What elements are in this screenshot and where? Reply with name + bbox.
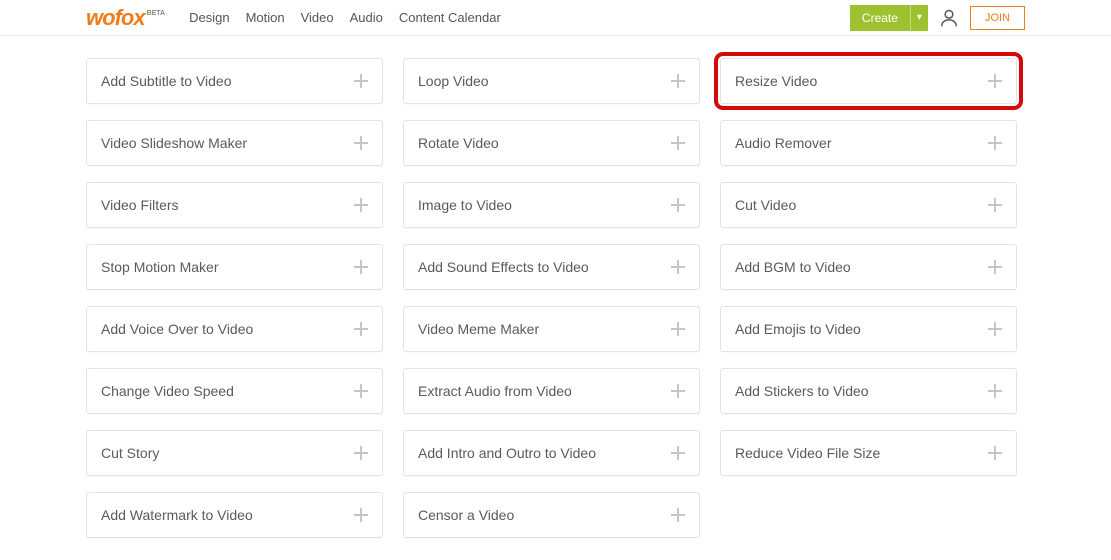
tool-cut-story[interactable]: Cut Story (86, 430, 383, 476)
create-dropdown[interactable]: ▾ (910, 5, 928, 31)
plus-icon (354, 322, 368, 336)
plus-icon (988, 260, 1002, 274)
tool-add-voice-over-to-video[interactable]: Add Voice Over to Video (86, 306, 383, 352)
nav-design[interactable]: Design (189, 10, 229, 25)
tool-rotate-video[interactable]: Rotate Video (403, 120, 700, 166)
chevron-down-icon: ▾ (917, 12, 922, 23)
header: wo fox BETA Design Motion Video Audio Co… (0, 0, 1111, 36)
tool-stop-motion-maker[interactable]: Stop Motion Maker (86, 244, 383, 290)
tool-label: Add Emojis to Video (735, 321, 861, 337)
tool-cut-video[interactable]: Cut Video (720, 182, 1017, 228)
create-button-group: Create ▾ (850, 5, 928, 31)
tool-reduce-video-file-size[interactable]: Reduce Video File Size (720, 430, 1017, 476)
join-button[interactable]: JOIN (970, 6, 1025, 30)
tool-label: Add Watermark to Video (101, 507, 253, 523)
plus-icon (671, 446, 685, 460)
plus-icon (354, 74, 368, 88)
plus-icon (354, 508, 368, 522)
tool-label: Add Stickers to Video (735, 383, 869, 399)
tool-video-slideshow-maker[interactable]: Video Slideshow Maker (86, 120, 383, 166)
tool-add-emojis-to-video[interactable]: Add Emojis to Video (720, 306, 1017, 352)
nav-audio[interactable]: Audio (350, 10, 383, 25)
tool-extract-audio-from-video[interactable]: Extract Audio from Video (403, 368, 700, 414)
logo-beta: BETA (147, 10, 166, 17)
logo-part1: wo (86, 5, 115, 31)
plus-icon (671, 74, 685, 88)
tool-resize-video[interactable]: Resize Video (720, 58, 1017, 104)
tool-loop-video[interactable]: Loop Video (403, 58, 700, 104)
plus-icon (354, 446, 368, 460)
tool-label: Audio Remover (735, 135, 832, 151)
tool-label: Video Filters (101, 197, 179, 213)
plus-icon (671, 508, 685, 522)
plus-icon (354, 136, 368, 150)
plus-icon (671, 198, 685, 212)
tool-label: Cut Video (735, 197, 796, 213)
plus-icon (671, 136, 685, 150)
nav-content-calendar[interactable]: Content Calendar (399, 10, 501, 25)
tool-label: Censor a Video (418, 507, 514, 523)
logo-part2: fox (115, 5, 145, 31)
tool-label: Resize Video (735, 73, 817, 89)
user-icon[interactable] (938, 7, 960, 29)
tool-label: Cut Story (101, 445, 159, 461)
tool-add-sound-effects-to-video[interactable]: Add Sound Effects to Video (403, 244, 700, 290)
plus-icon (671, 260, 685, 274)
nav-video[interactable]: Video (301, 10, 334, 25)
tool-audio-remover[interactable]: Audio Remover (720, 120, 1017, 166)
logo[interactable]: wo fox BETA (86, 5, 165, 31)
header-actions: Create ▾ JOIN (850, 5, 1025, 31)
tool-label: Extract Audio from Video (418, 383, 572, 399)
plus-icon (354, 260, 368, 274)
tool-censor-a-video[interactable]: Censor a Video (403, 492, 700, 538)
tool-label: Loop Video (418, 73, 489, 89)
main-nav: Design Motion Video Audio Content Calend… (189, 10, 501, 25)
tool-change-video-speed[interactable]: Change Video Speed (86, 368, 383, 414)
plus-icon (671, 384, 685, 398)
tool-label: Add Voice Over to Video (101, 321, 253, 337)
tool-label: Stop Motion Maker (101, 259, 219, 275)
plus-icon (671, 322, 685, 336)
tool-label: Rotate Video (418, 135, 499, 151)
create-button[interactable]: Create (850, 5, 910, 31)
tool-grid: Add Subtitle to Video Loop Video Resize … (0, 36, 1111, 560)
tool-add-intro-and-outro-to-video[interactable]: Add Intro and Outro to Video (403, 430, 700, 476)
tool-video-meme-maker[interactable]: Video Meme Maker (403, 306, 700, 352)
tool-label: Add Intro and Outro to Video (418, 445, 596, 461)
tool-add-subtitle-to-video[interactable]: Add Subtitle to Video (86, 58, 383, 104)
tool-label: Image to Video (418, 197, 512, 213)
tool-label: Video Slideshow Maker (101, 135, 247, 151)
tool-add-watermark-to-video[interactable]: Add Watermark to Video (86, 492, 383, 538)
tool-label: Change Video Speed (101, 383, 234, 399)
tool-label: Add BGM to Video (735, 259, 851, 275)
plus-icon (354, 384, 368, 398)
tool-label: Add Sound Effects to Video (418, 259, 589, 275)
plus-icon (988, 322, 1002, 336)
tool-label: Add Subtitle to Video (101, 73, 232, 89)
tool-label: Video Meme Maker (418, 321, 539, 337)
plus-icon (988, 136, 1002, 150)
tool-image-to-video[interactable]: Image to Video (403, 182, 700, 228)
tool-label: Reduce Video File Size (735, 445, 880, 461)
tool-add-bgm-to-video[interactable]: Add BGM to Video (720, 244, 1017, 290)
plus-icon (988, 446, 1002, 460)
nav-motion[interactable]: Motion (246, 10, 285, 25)
plus-icon (988, 74, 1002, 88)
tool-video-filters[interactable]: Video Filters (86, 182, 383, 228)
plus-icon (354, 198, 368, 212)
plus-icon (988, 384, 1002, 398)
tool-add-stickers-to-video[interactable]: Add Stickers to Video (720, 368, 1017, 414)
plus-icon (988, 198, 1002, 212)
